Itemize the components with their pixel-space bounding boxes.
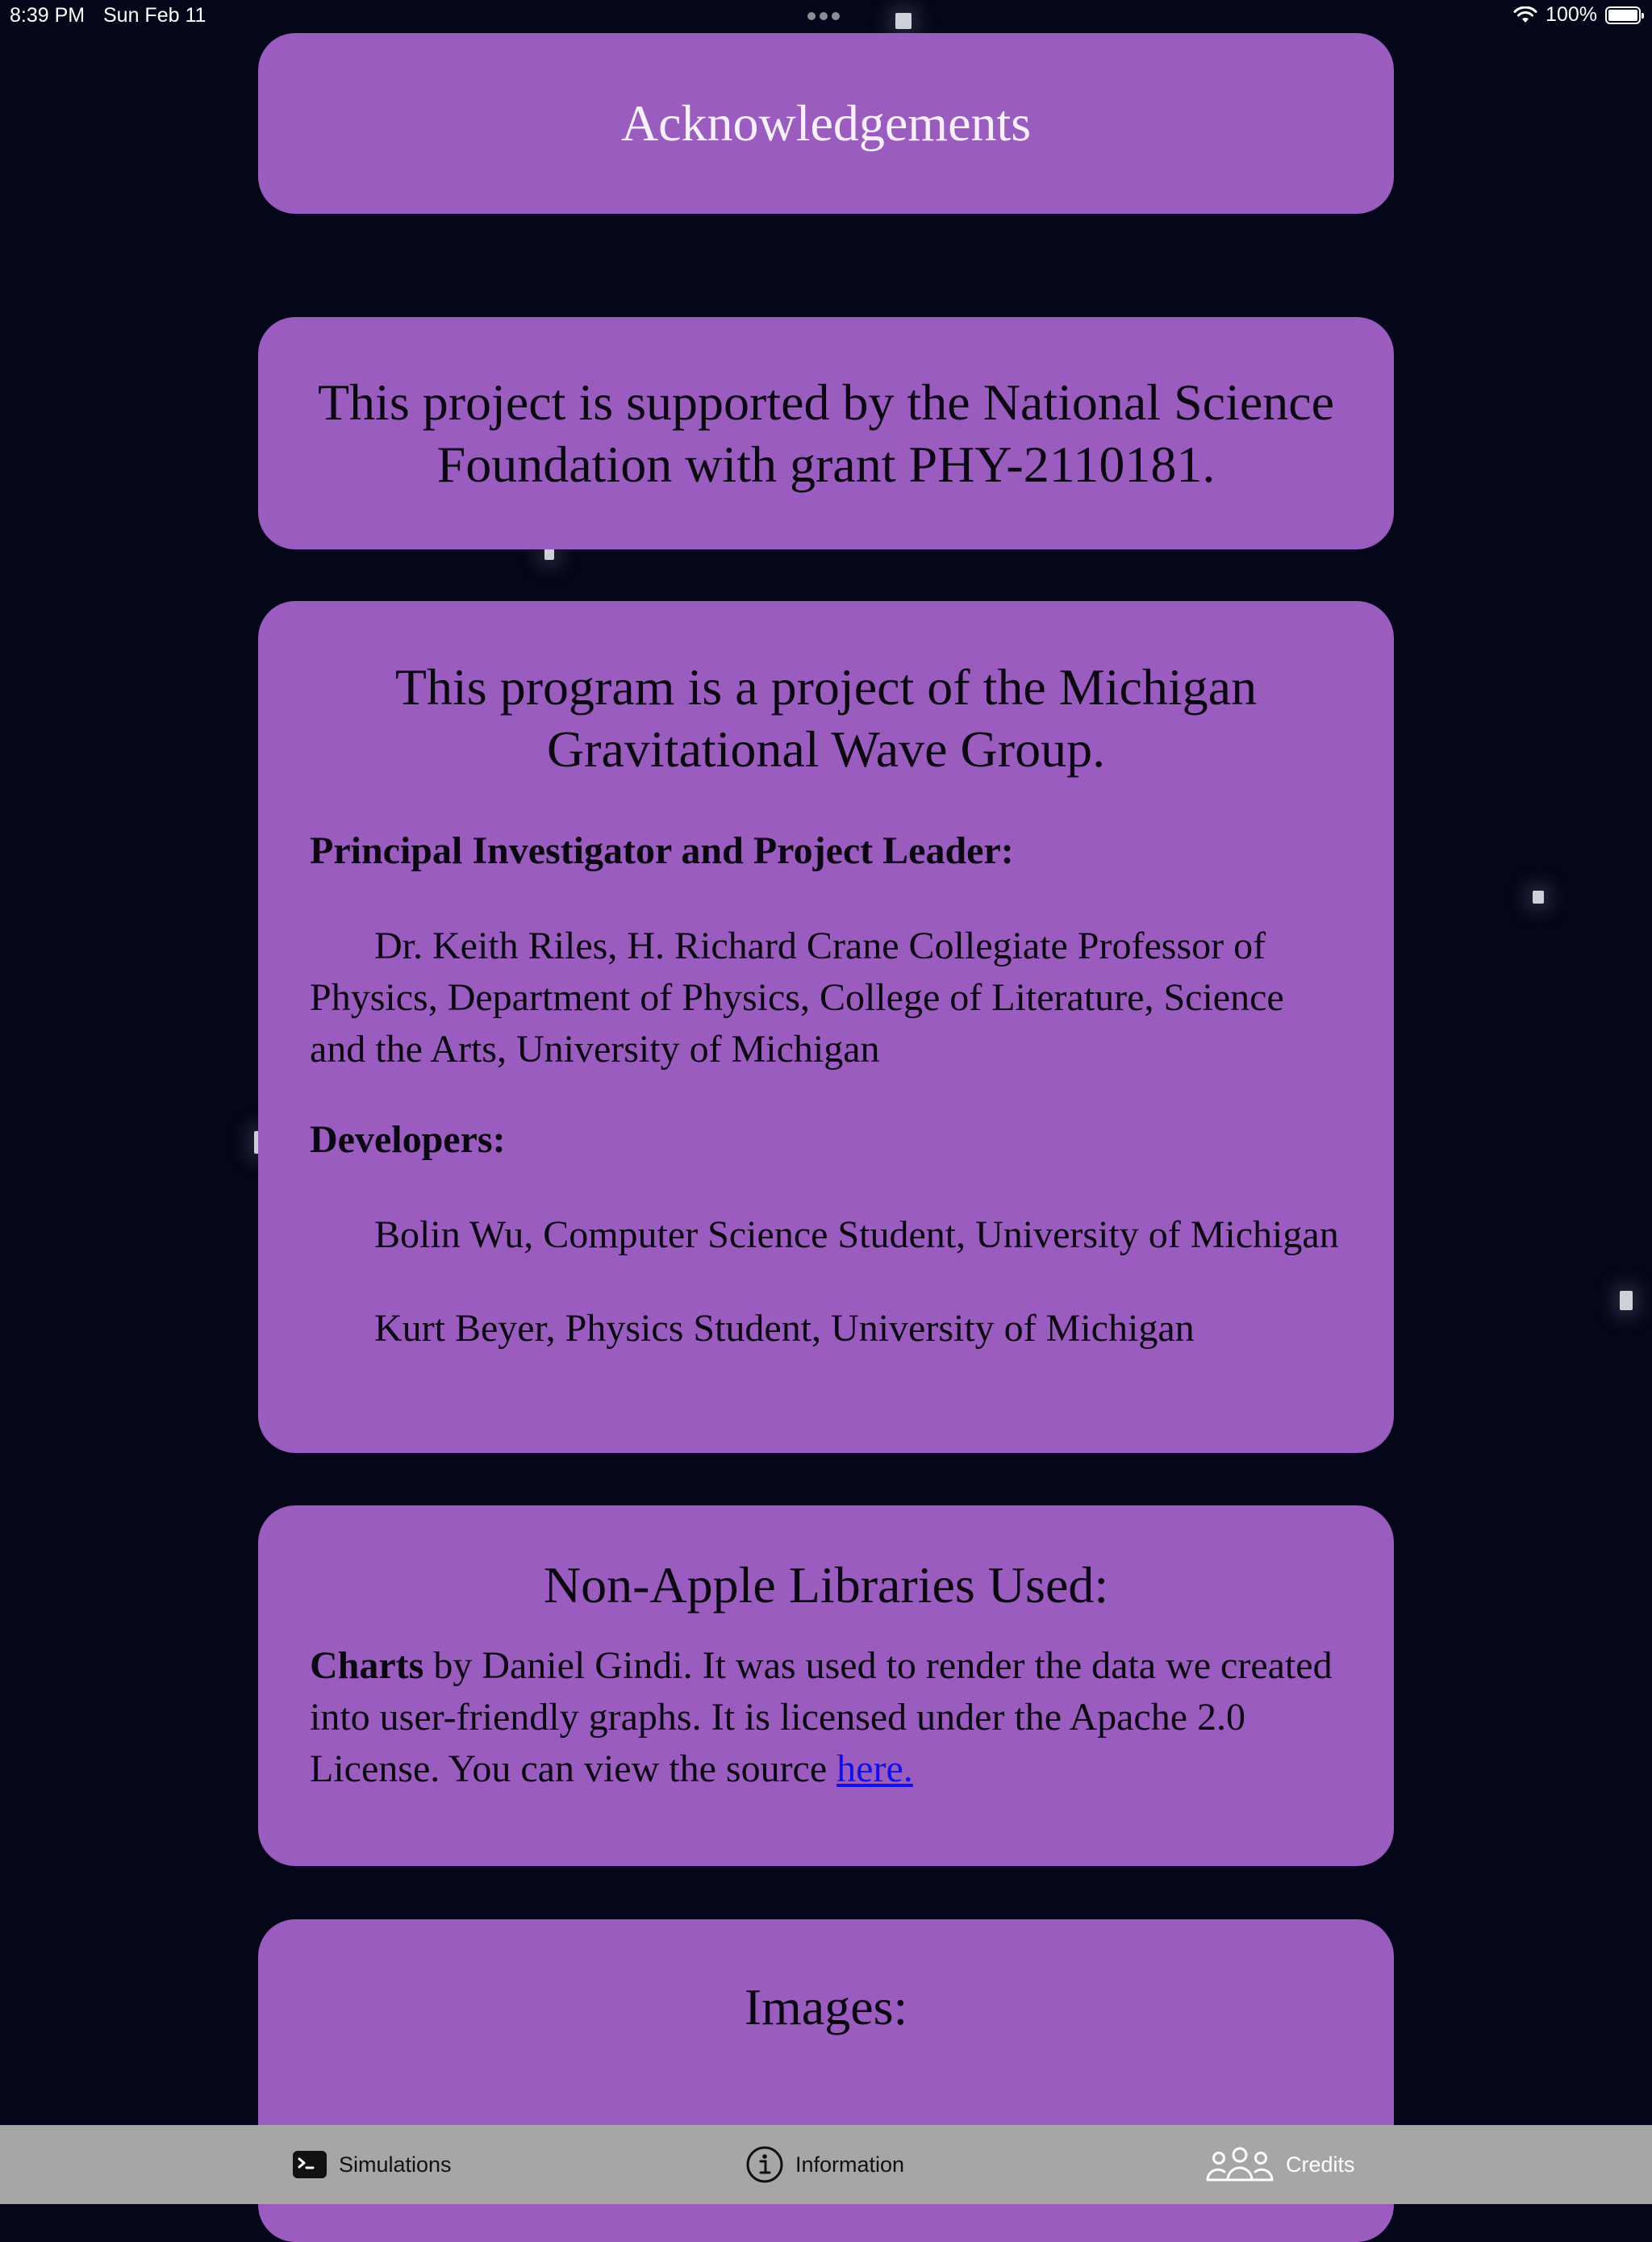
library-source-link[interactable]: here. xyxy=(836,1747,913,1790)
tab-information[interactable]: Information xyxy=(745,2125,904,2204)
developer-item: Kurt Beyer, Physics Student, University … xyxy=(374,1307,1195,1350)
battery-percentage: 100% xyxy=(1546,3,1597,26)
library-description: Charts by Daniel Gindi. It was used to r… xyxy=(310,1640,1342,1795)
library-text: by Daniel Gindi. It was used to render t… xyxy=(310,1644,1333,1790)
tab-label: Information xyxy=(795,2152,905,2177)
battery-icon xyxy=(1605,6,1644,24)
funding-text: This project is supported by the Nationa… xyxy=(317,374,1335,493)
tab-bar: Simulations Information Credits xyxy=(0,2125,1652,2204)
tab-simulations[interactable]: Simulations xyxy=(292,2125,452,2204)
background-star xyxy=(544,549,554,560)
funding-card: This project is supported by the Nationa… xyxy=(258,317,1394,549)
libraries-heading: Non-Apple Libraries Used: xyxy=(543,1556,1109,1614)
background-star xyxy=(1533,891,1544,904)
status-bar: 8:39 PM Sun Feb 11 100% xyxy=(0,0,1652,32)
group-card: This program is a project of the Michiga… xyxy=(258,601,1394,1453)
terminal-icon xyxy=(293,2151,327,2178)
library-name: Charts xyxy=(310,1644,424,1687)
pi-label: Principal Investigator and Project Leade… xyxy=(310,829,1014,872)
background-star xyxy=(1620,1291,1633,1310)
title-card: Acknowledgements xyxy=(258,33,1394,214)
tab-label: Credits xyxy=(1286,2152,1355,2177)
tab-label: Simulations xyxy=(339,2152,452,2177)
status-date: Sun Feb 11 xyxy=(103,4,206,27)
info-icon xyxy=(746,2146,783,2183)
multitasking-dots-icon[interactable] xyxy=(807,12,840,20)
battery-level-fill xyxy=(1608,9,1637,21)
pi-text: Dr. Keith Riles, H. Richard Crane Colleg… xyxy=(310,925,1284,1071)
status-time: 8:39 PM xyxy=(10,4,86,27)
developers-label: Developers: xyxy=(310,1118,506,1161)
developer-item: Bolin Wu, Computer Science Student, Univ… xyxy=(374,1213,1339,1256)
people-icon xyxy=(1206,2147,1274,2181)
wifi-icon xyxy=(1513,6,1537,23)
status-indicators: 100% xyxy=(1513,3,1644,27)
group-heading: This program is a project of the Michiga… xyxy=(394,658,1258,778)
tab-credits[interactable]: Credits xyxy=(1205,2125,1355,2204)
images-heading: Images: xyxy=(744,1978,908,2035)
libraries-card: Non-Apple Libraries Used: Charts by Dani… xyxy=(258,1505,1394,1866)
page-title: Acknowledgements xyxy=(620,94,1032,152)
